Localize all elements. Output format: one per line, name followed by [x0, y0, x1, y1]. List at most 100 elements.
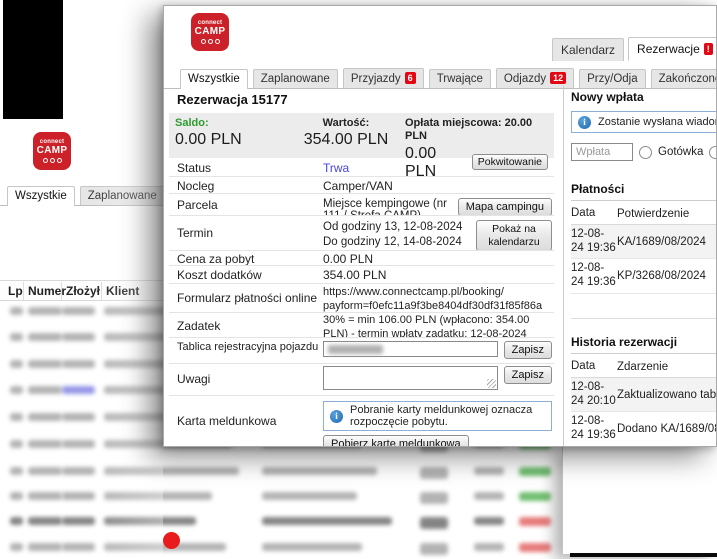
row-koszt: Koszt dodatków 354.00 PLN [169, 266, 554, 284]
payment-row[interactable]: 12-08-24 19:36 KA/1689/08/2024 [571, 224, 716, 260]
row-parcela: Parcela Miejsce kempingowe (nr 111 / Str… [169, 194, 554, 216]
logo-text-camp: CAMP [194, 26, 226, 37]
payment-amount-input[interactable] [571, 143, 633, 161]
screen: connect CAMP Wszystkie Zaplanowane Przyj… [0, 0, 717, 559]
blurred-cell [10, 413, 23, 421]
blurred-cell [28, 413, 62, 421]
history-header: Data Zdarzenie [571, 357, 716, 378]
status-label: Status [177, 161, 212, 175]
blurred-cell [10, 360, 23, 368]
payments-table: Data Potwierdzenie 12-08-24 19:36 KA/168… [571, 204, 716, 319]
info-icon: i [330, 409, 343, 423]
reservation-summary: Saldo: 0.00 PLN Wartość: 354.00 PLN Opła… [169, 113, 554, 180]
radio-card[interactable] [709, 145, 716, 159]
termin-from: Od godziny 13, 12-08-2024 [323, 221, 463, 233]
license-plate-input[interactable] [323, 341, 498, 357]
nocleg-value: Camper/VAN [323, 179, 393, 193]
radio-cash[interactable] [639, 145, 652, 159]
history-event: Dodano KA/1689/08/2024 o wartości [617, 423, 716, 436]
koszt-label: Koszt dodatków [177, 268, 262, 282]
blurred-cell [262, 517, 392, 525]
history-row[interactable]: 12-08-24 19:36 Dodano KA/1689/08/2024 o … [571, 412, 716, 446]
status-value[interactable]: Trwa [321, 158, 554, 176]
blurred-cell [420, 492, 448, 504]
blurred-cell [28, 386, 62, 394]
blurred-cell [10, 467, 23, 475]
history-date: 12-08-24 19:36 [571, 415, 616, 442]
tab-zaplanowane[interactable]: Zaplanowane [252, 69, 338, 88]
blurred-cell [62, 307, 95, 315]
blurred-cell [62, 440, 95, 448]
reservation-details: Status Trwa Nocleg Camper/VAN Parcela Mi… [169, 158, 554, 446]
termin-label: Termin [177, 226, 214, 240]
koszt-value: 354.00 PLN [323, 268, 387, 282]
oplata-label: Opłata miejscowa: 20.00 PLN [405, 117, 533, 142]
row-cena: Cena za pobyt 0.00 PLN [169, 251, 554, 266]
tab-trwajace[interactable]: Trwające [428, 69, 491, 88]
bottom-border-bar [570, 553, 717, 557]
nocleg-label: Nocleg [177, 179, 215, 193]
blurred-cell [62, 333, 95, 341]
col-data: Data [571, 207, 596, 219]
blurred-cell [420, 467, 448, 479]
blurred-cell [62, 492, 95, 500]
row-formularz: Formularz płatności online https://www.c… [169, 284, 554, 313]
new-payment-title: Nowy wpłata [571, 90, 644, 104]
blurred-cell [62, 360, 95, 368]
payment-doc: KP/3268/08/2024 [617, 270, 706, 283]
app-logo: connect CAMP [191, 13, 229, 51]
payments-empty-space [571, 294, 716, 319]
blurred-cell [28, 360, 62, 368]
blurred-cell [262, 467, 377, 475]
cena-value: 0.00 PLN [323, 252, 374, 266]
blurred-cell [10, 307, 23, 315]
uwagi-textarea[interactable] [323, 366, 498, 390]
blurred-cell [262, 543, 362, 551]
reservation-window: connect CAMP Kalendarz Rezerwacje! Rabat… [163, 5, 717, 447]
info-icon: i [578, 115, 591, 129]
reservation-filter-tabs: Wszystkie Zaplanowane Przyjazdy 6 Trwając… [164, 62, 716, 89]
karta-info-text: Pobranie karty meldunkowej oznacza rozpo… [350, 404, 533, 428]
blurred-cell [10, 492, 23, 500]
karta-label: Karta meldunkowa [177, 414, 277, 428]
blurred-cell [474, 517, 504, 525]
zadatek-value: 30% = min 106.00 PLN (wpłacono: 354.00 P… [323, 314, 530, 338]
uwagi-zapisz-button[interactable]: Zapisz [503, 366, 552, 384]
resize-handle[interactable] [486, 379, 496, 388]
logo-icons [200, 39, 220, 44]
blurred-cell [28, 333, 62, 341]
blurred-cell [28, 517, 62, 525]
payment-url-line1[interactable]: https://www.connectcamp.pl/booking/ [323, 286, 504, 298]
blurred-cell [104, 517, 196, 525]
tab-wszystkie[interactable]: Wszystkie [180, 69, 248, 89]
blurred-cell [474, 543, 504, 551]
mapa-campingu-button[interactable]: Mapa campingu [457, 198, 552, 215]
saldo-label: Saldo: [175, 117, 209, 129]
blurred-cell [28, 543, 62, 551]
payment-url-line2[interactable]: payform=f0efc11a9f3be8404df30df31f85f86a [323, 300, 542, 312]
notification-badge [163, 532, 180, 549]
blurred-cell [10, 440, 23, 448]
right-panel: Nowy wpłata i Zostanie wysłana wiadomość… [563, 86, 717, 446]
pokaz-na-kalendarzu-button[interactable]: Pokaż na kalendarzu [476, 220, 552, 250]
history-row[interactable]: 12-08-24 20:10 Zaktualizowano tablicę re… [571, 377, 717, 413]
pobierz-karte-button[interactable]: Pobierz kartę meldunkową [323, 435, 469, 446]
tab-przyjazdy[interactable]: Przyjazdy 6 [342, 68, 424, 88]
tablica-zapisz-button[interactable]: Zapisz [503, 341, 552, 359]
history-event: Zaktualizowano tablicę rejestracyjną [617, 388, 717, 401]
row-nocleg: Nocleg Camper/VAN [169, 177, 554, 194]
payment-row[interactable]: 12-08-24 19:36 KP/3268/08/2024 [571, 259, 716, 294]
history-date: 12-08-24 20:10 [571, 380, 616, 407]
tab-odjazdy-label: Odjazdy [503, 73, 547, 85]
rezerwacje-badge: ! [703, 43, 713, 55]
blurred-cell [28, 467, 62, 475]
karta-info-box: i Pobranie karty meldunkowej oznacza roz… [323, 401, 552, 431]
tab-rezerwacje[interactable]: Rezerwacje! [628, 37, 716, 61]
blurred-cell [62, 543, 95, 551]
wartosc-label: Wartość: [322, 117, 370, 129]
tab-odjazdy[interactable]: Odjazdy 12 [495, 68, 575, 88]
row-uwagi: Uwagi Zapisz [169, 364, 554, 396]
tab-kalendarz[interactable]: Kalendarz [552, 38, 625, 61]
blurred-cell [28, 440, 62, 448]
row-zadatek: Zadatek 30% = min 106.00 PLN (wpłacono: … [169, 313, 554, 338]
